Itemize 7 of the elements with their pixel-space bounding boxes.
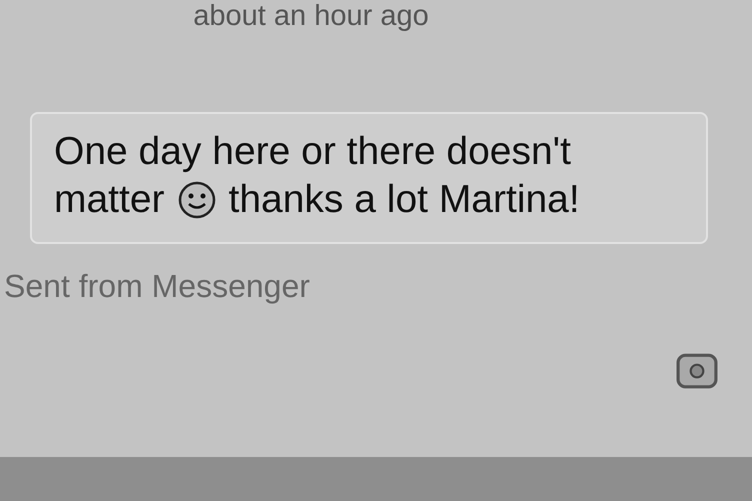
message-text: matter — [54, 177, 165, 223]
timestamp: about an hour ago — [193, 0, 429, 34]
smiley-icon — [176, 180, 217, 220]
message-text: One day here or there doesn't — [54, 129, 571, 175]
camera-icon[interactable] — [676, 351, 718, 389]
sent-from-label: Sent from Messenger — [4, 268, 310, 305]
message-text: thanks a lot Martina! — [228, 177, 580, 223]
